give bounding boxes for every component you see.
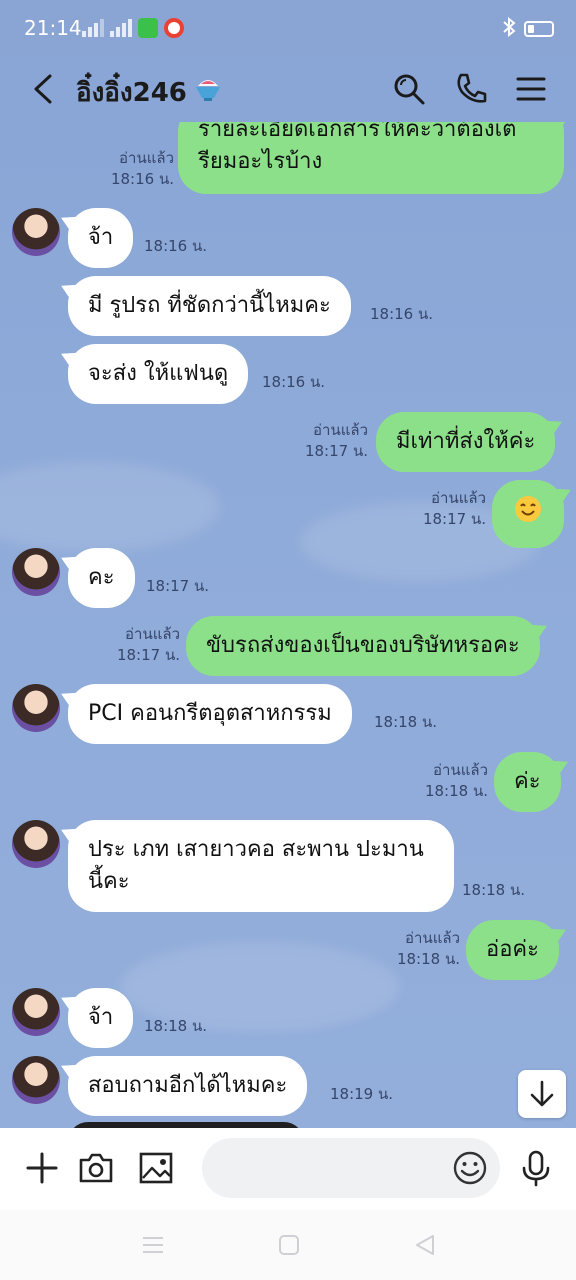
message-time: 18:18 น. xyxy=(462,881,526,899)
incoming-message[interactable]: จ้า xyxy=(68,988,134,1048)
back-button[interactable] xyxy=(28,72,60,106)
scroll-to-bottom-button[interactable] xyxy=(518,1070,566,1118)
bluetooth-icon xyxy=(502,16,516,41)
message-time: 18:17 น. xyxy=(422,510,486,528)
message-time: 18:16 น. xyxy=(110,170,174,188)
incoming-message[interactable]: จ้า xyxy=(68,208,134,268)
chrome-app-icon xyxy=(164,18,184,38)
chat-header: อิ๋งอิ๋ง246 xyxy=(0,56,576,122)
status-bar: 21:14 xyxy=(0,0,576,56)
outgoing-message[interactable]: ขับรถส่งของเป็นของบริษัทหรอคะ xyxy=(186,616,540,676)
incoming-message[interactable]: มี รูปรถ ที่ชัดกว่านี้ไหมคะ xyxy=(68,276,351,336)
message-time: 18:16 น. xyxy=(262,373,326,391)
read-receipt: อ่านแล้ว xyxy=(125,625,180,643)
avatar[interactable] xyxy=(12,820,60,868)
chat-title[interactable]: อิ๋งอิ๋ง246 xyxy=(76,72,187,113)
system-nav-bar xyxy=(0,1210,576,1280)
menu-button[interactable] xyxy=(512,70,550,108)
avatar[interactable] xyxy=(12,1056,60,1104)
read-receipt: อ่านแล้ว xyxy=(431,489,486,507)
incoming-message[interactable]: คะ xyxy=(68,548,135,608)
message-time: 18:19 น. xyxy=(330,1085,394,1103)
message-time: 18:18 น. xyxy=(396,950,460,968)
message-time: 18:17 น. xyxy=(116,646,180,664)
chat-area[interactable]: อ่านแล้ว 18:16 น. รายละเอียดเอกสารให้คะว… xyxy=(0,122,576,1128)
avatar[interactable] xyxy=(12,548,60,596)
input-bar xyxy=(0,1128,576,1210)
signal-icon xyxy=(82,19,104,37)
message-time: 18:18 น. xyxy=(424,782,488,800)
incoming-message[interactable]: สอบถามอีกได้ไหมคะ xyxy=(68,1056,308,1116)
outgoing-emoji-message[interactable] xyxy=(492,480,564,548)
incoming-message[interactable]: PCI คอนกรีตอุตสาหกรรม xyxy=(68,684,352,744)
avatar[interactable] xyxy=(12,208,60,256)
emoji-button[interactable] xyxy=(450,1148,490,1188)
read-receipt: อ่านแล้ว xyxy=(313,421,368,439)
camera-button[interactable] xyxy=(76,1148,116,1188)
message-time: 18:17 น. xyxy=(146,577,210,595)
incoming-message[interactable]: จะส่ง ให้แฟนดู xyxy=(68,344,249,404)
line-app-icon xyxy=(138,18,158,38)
message-time: 18:17 น. xyxy=(304,442,368,460)
message-time: 18:18 น. xyxy=(144,1017,208,1035)
add-button[interactable] xyxy=(22,1148,62,1188)
image-button[interactable] xyxy=(136,1148,176,1188)
message-time: 18:18 น. xyxy=(374,713,438,731)
outgoing-message[interactable]: รายละเอียดเอกสารให้คะว่าต้องเต รียมอะไรบ… xyxy=(178,122,564,194)
outgoing-message[interactable]: ค่ะ xyxy=(494,752,561,812)
avatar[interactable] xyxy=(12,684,60,732)
battery-icon xyxy=(524,21,554,37)
home-button[interactable] xyxy=(276,1232,302,1258)
recent-apps-button[interactable] xyxy=(140,1232,166,1258)
outgoing-message[interactable]: มีเท่าที่ส่งให้ค่ะ xyxy=(376,412,556,472)
signal-4g-icon xyxy=(110,19,132,37)
read-receipt: อ่านแล้ว xyxy=(405,929,460,947)
microphone-button[interactable] xyxy=(516,1148,556,1188)
smiling-face-icon xyxy=(513,496,543,530)
status-time: 21:14 xyxy=(24,16,82,40)
outgoing-message[interactable]: อ่อค่ะ xyxy=(466,920,559,980)
search-button[interactable] xyxy=(390,70,428,108)
avatar[interactable] xyxy=(12,988,60,1036)
message-time: 18:16 น. xyxy=(370,305,434,323)
read-receipt: อ่านแล้ว xyxy=(433,761,488,779)
back-nav-button[interactable] xyxy=(412,1232,438,1258)
read-receipt: อ่านแล้ว xyxy=(119,149,174,167)
incoming-message[interactable]: ประ เภท เสายาวคอ สะพาน ปะมาน นี้คะ xyxy=(68,820,454,912)
shaved-ice-icon xyxy=(192,72,224,104)
message-time: 18:16 น. xyxy=(144,237,208,255)
call-button[interactable] xyxy=(452,70,490,108)
